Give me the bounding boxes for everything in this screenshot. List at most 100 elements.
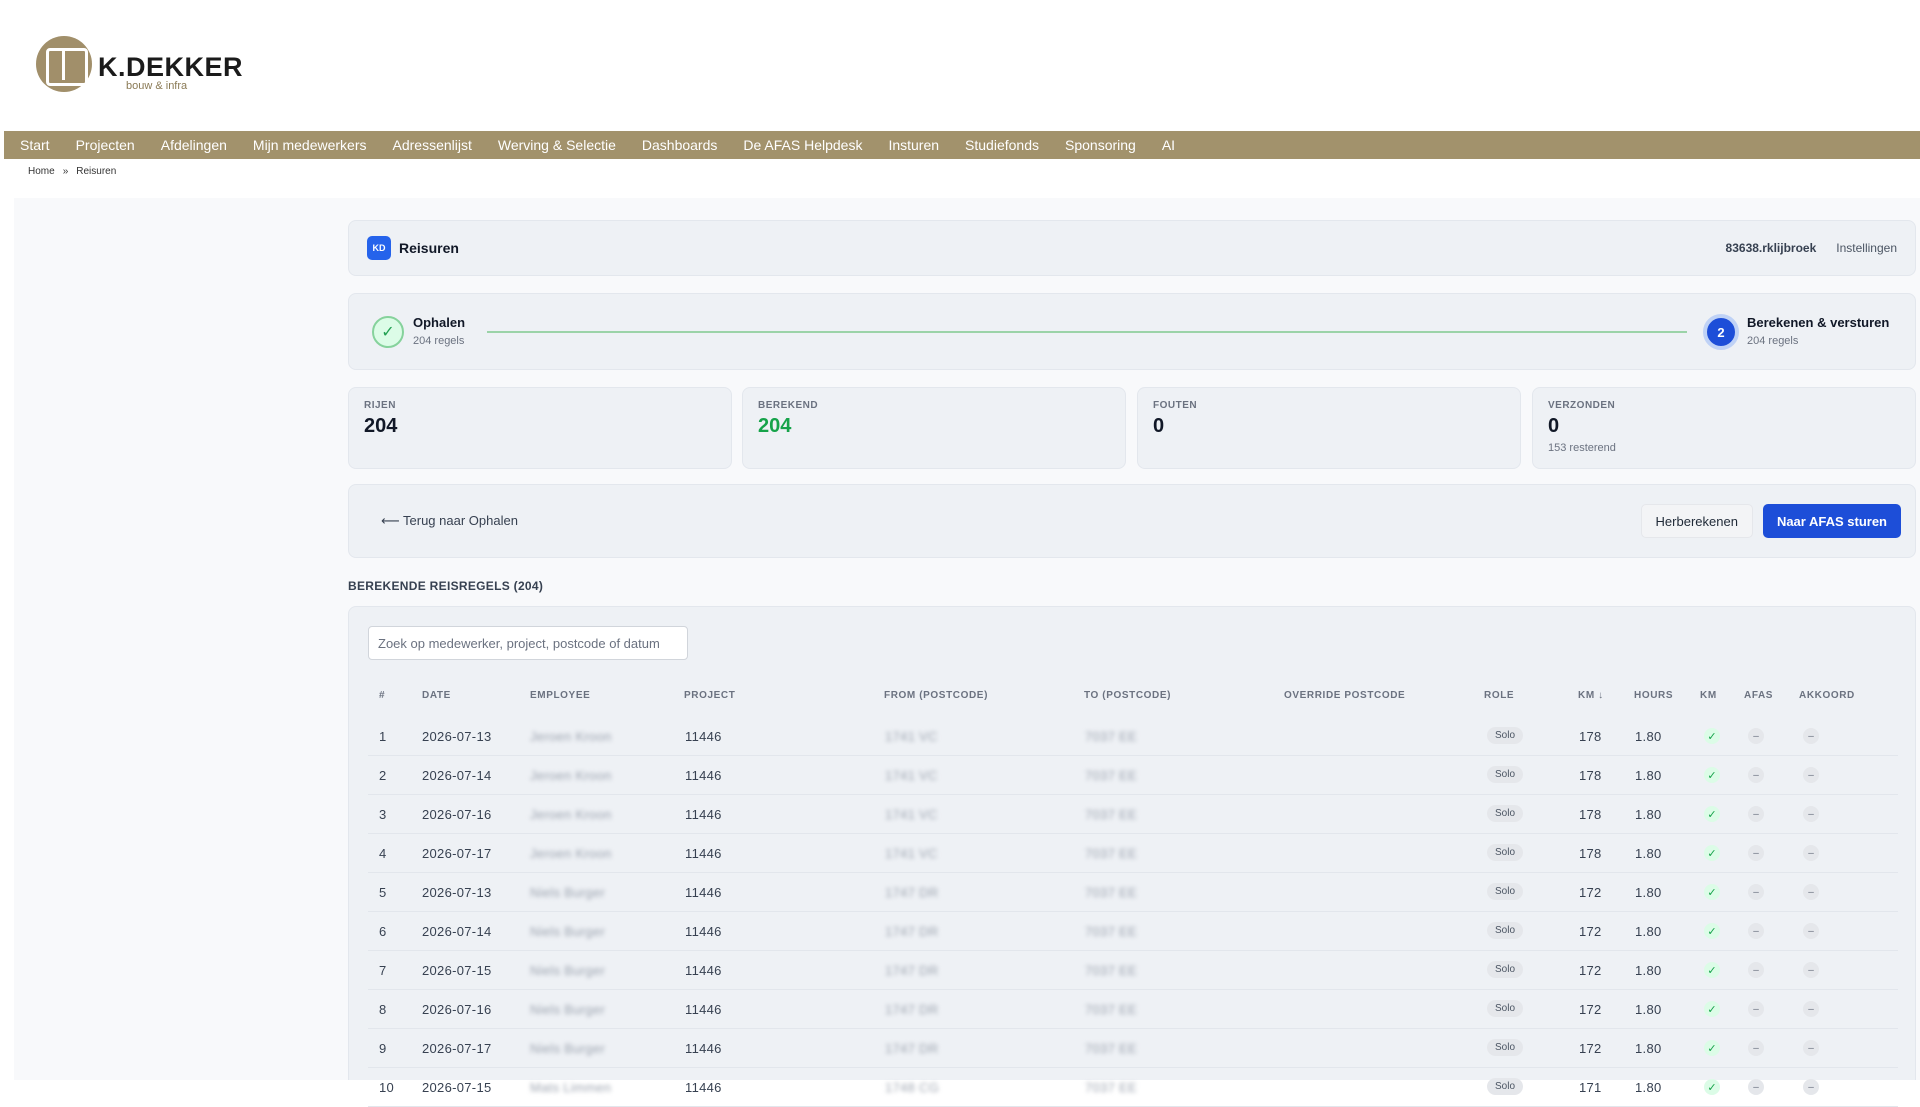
date-cell: 2026-07-13 [422,729,492,744]
km-check-icon: ✓ [1704,728,1720,744]
akkoord-status-icon: – [1803,1079,1819,1095]
column-header[interactable]: FROM (POSTCODE) [884,690,988,701]
to-postcode-cell: 7037 EE [1085,1002,1137,1017]
breadcrumb-separator: » [62,166,69,177]
row-number: 10 [379,1080,395,1095]
table-row[interactable]: 4 2026-07-17 Jeroen Kroon 11446 1741 VC 7037 … [368,834,1898,873]
afas-status-icon: – [1748,845,1764,861]
row-number: 6 [379,924,387,939]
settings-link[interactable]: Instellingen [1836,241,1897,255]
nav-item-adressenlijst[interactable]: Adressenlijst [393,137,472,153]
to-postcode-cell: 7037 EE [1085,846,1137,861]
nav-item-werving-selectie[interactable]: Werving & Selectie [498,137,616,153]
nav-item-projecten[interactable]: Projecten [76,137,135,153]
nav-item-mijn-medewerkers[interactable]: Mijn medewerkers [253,137,367,153]
hours-cell: 1.80 [1635,768,1662,783]
table-row[interactable]: 8 2026-07-16 Niels Burger 11446 1747 DR 7037 … [368,990,1898,1029]
column-header-km-sorted[interactable]: KM ↓ [1578,690,1604,701]
table-row[interactable]: 1 2026-07-13 Jeroen Kroon 11446 1741 VC 7037 … [368,717,1898,756]
table-row[interactable]: 2 2026-07-14 Jeroen Kroon 11446 1741 VC 7037 … [368,756,1898,795]
hours-cell: 1.80 [1635,924,1662,939]
column-header[interactable]: AFAS [1744,690,1773,701]
nav-item-afas-helpdesk[interactable]: De AFAS Helpdesk [743,137,862,153]
step-berekenen-count: 204 regels [1747,335,1799,347]
step-berekenen-title[interactable]: Berekenen & versturen [1747,315,1889,330]
breadcrumb-home[interactable]: Home [28,166,55,177]
to-postcode-cell: 7037 EE [1085,885,1137,900]
column-header[interactable]: ROLE [1484,690,1514,701]
table-row[interactable]: 9 2026-07-17 Niels Burger 11446 1747 DR 7037 … [368,1029,1898,1068]
date-cell: 2026-07-15 [422,1080,492,1095]
row-number: 8 [379,1002,387,1017]
from-postcode-cell: 1747 DR [885,924,939,939]
nav-item-afdelingen[interactable]: Afdelingen [161,137,227,153]
nav-item-ai[interactable]: AI [1162,137,1175,153]
column-header[interactable]: AKKOORD [1799,690,1855,701]
row-number: 7 [379,963,387,978]
to-postcode-cell: 7037 EE [1085,924,1137,939]
akkoord-status-icon: – [1803,923,1819,939]
column-header[interactable]: TO (POSTCODE) [1084,690,1171,701]
stat-label: VERZONDEN [1548,400,1616,411]
nav-item-studiefonds[interactable]: Studiefonds [965,137,1039,153]
column-header[interactable]: EMPLOYEE [530,690,590,701]
km-cell: 172 [1579,885,1602,900]
nav-item-insturen[interactable]: Insturen [888,137,939,153]
to-postcode-cell: 7037 EE [1085,768,1137,783]
nav-item-start[interactable]: Start [20,137,50,153]
km-check-icon: ✓ [1704,884,1720,900]
km-cell: 172 [1579,1041,1602,1056]
table-row[interactable]: 3 2026-07-16 Jeroen Kroon 11446 1741 VC 7037 … [368,795,1898,834]
column-header[interactable]: DATE [422,690,451,701]
breadcrumb-current: Reisuren [76,166,117,177]
column-header[interactable]: OVERRIDE POSTCODE [1284,690,1405,701]
table-row[interactable]: 7 2026-07-15 Niels Burger 11446 1747 DR 7037 … [368,951,1898,990]
from-postcode-cell: 1748 CG [885,1080,940,1095]
from-postcode-cell: 1741 VC [885,846,938,861]
from-postcode-cell: 1747 DR [885,963,939,978]
table-row[interactable]: 6 2026-07-14 Niels Burger 11446 1747 DR 7037 … [368,912,1898,951]
table-row[interactable]: 5 2026-07-13 Niels Burger 11446 1747 DR 7037 … [368,873,1898,912]
table-row[interactable]: 10 2026-07-15 Mats Limmen 11446 1748 CG 7037 … [368,1068,1898,1107]
step-ophalen-count: 204 regels [413,335,465,347]
step-connector [487,331,1687,333]
column-header[interactable]: PROJECT [684,690,735,701]
hours-cell: 1.80 [1635,963,1662,978]
step-ophalen-title[interactable]: Ophalen [413,315,465,330]
send-to-afas-button[interactable]: Naar AFAS sturen [1762,504,1901,538]
from-postcode-cell: 1741 VC [885,729,938,744]
stat-value: 204 [364,415,398,437]
date-cell: 2026-07-14 [422,768,492,783]
akkoord-status-icon: – [1803,728,1819,744]
nav-item-dashboards[interactable]: Dashboards [642,137,718,153]
back-to-ophalen-link[interactable]: ⟵ Terug naar Ophalen [381,513,518,529]
employee-cell: Mats Limmen [530,1080,612,1095]
recalculate-button[interactable]: Herberekenen [1640,504,1753,538]
afas-status-icon: – [1748,1001,1764,1017]
afas-status-icon: – [1748,1079,1764,1095]
row-number: 4 [379,846,387,861]
stat-value: 204 [758,415,792,437]
company-logo[interactable]: K.DEKKER bouw & infra [36,36,243,92]
employee-cell: Jeroen Kroon [530,807,612,822]
project-cell: 11446 [685,729,722,744]
afas-status-icon: – [1748,767,1764,783]
akkoord-status-icon: – [1803,962,1819,978]
role-badge: Solo [1487,922,1524,939]
main-nav: Start Projecten Afdelingen Mijn medewerk… [4,131,1920,159]
stat-rijen: RIJEN 204 [348,387,732,469]
to-postcode-cell: 7037 EE [1085,729,1137,744]
hours-cell: 1.80 [1635,807,1662,822]
column-header[interactable]: HOURS [1634,690,1673,701]
search-input[interactable]: Zoek op medewerker, project, postcode of… [368,626,688,660]
to-postcode-cell: 7037 EE [1085,963,1137,978]
role-badge: Solo [1487,727,1524,744]
nav-item-sponsoring[interactable]: Sponsoring [1065,137,1136,153]
km-check-icon: ✓ [1704,923,1720,939]
column-header[interactable]: KM [1700,690,1717,701]
row-number: 5 [379,885,387,900]
hours-cell: 1.80 [1635,1080,1662,1095]
km-cell: 172 [1579,924,1602,939]
logo-icon [36,36,92,92]
km-cell: 172 [1579,963,1602,978]
